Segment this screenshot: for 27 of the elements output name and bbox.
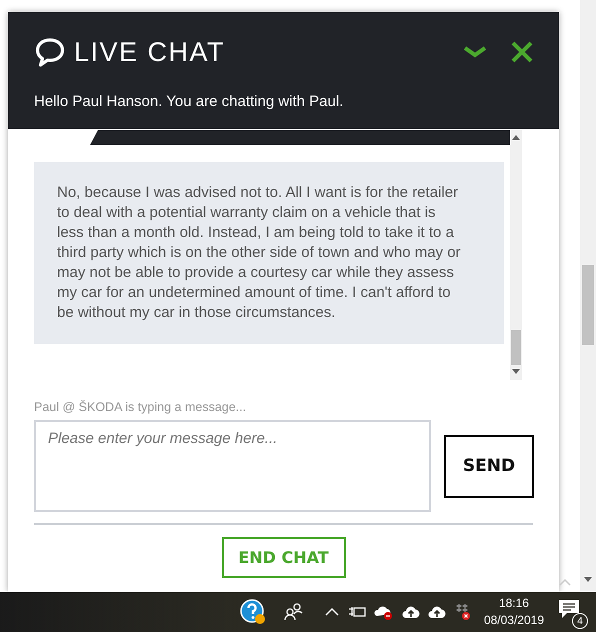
close-button[interactable] xyxy=(511,41,533,63)
clock-date: 08/03/2019 xyxy=(484,612,544,629)
chat-bubble-icon xyxy=(34,37,66,67)
cloud-error-icon[interactable] xyxy=(374,604,394,620)
clock-time: 18:16 xyxy=(498,595,529,612)
greeting-text: Hello Paul Hanson. You are chatting with Paul. xyxy=(34,93,344,110)
page-scrollbar[interactable] xyxy=(580,0,596,592)
minimize-button[interactable] xyxy=(463,45,487,59)
scroll-up-icon[interactable] xyxy=(512,135,520,141)
cloud-upload-icon[interactable] xyxy=(428,605,446,619)
people-icon[interactable] xyxy=(284,603,304,621)
caret-icon[interactable] xyxy=(324,607,340,617)
scrollbar-thumb[interactable] xyxy=(582,265,594,345)
send-button[interactable]: SEND xyxy=(444,434,534,498)
notification-badge: 4 xyxy=(572,613,588,629)
scrollbar-thumb[interactable] xyxy=(511,330,521,365)
caret-icon xyxy=(559,577,571,587)
box-error-icon[interactable] xyxy=(454,603,472,621)
help-icon[interactable] xyxy=(240,599,266,625)
message-input[interactable]: Please enter your message here... xyxy=(34,420,431,512)
scrollbar[interactable] xyxy=(510,130,522,380)
message-bubble: No, because I was advised not to. All I want is for the retailer to deal with a potential warranty claim on a vehicle that is less than a month old. Instead, I am being told to take it to a third party which is on the other side of town and who may or may not be able to provide a courtesy car while they assess my car for an undetermined amount of time. I can't afford to be without my car in those circumstances. xyxy=(34,162,504,344)
cloud-upload-icon[interactable] xyxy=(402,605,420,619)
scroll-down-icon[interactable] xyxy=(584,577,592,583)
typing-status: Paul @ ŠKODA is typing a message... xyxy=(34,400,248,414)
chat-title: LIVE CHAT xyxy=(74,36,226,68)
scroll-down-icon[interactable] xyxy=(512,369,520,375)
